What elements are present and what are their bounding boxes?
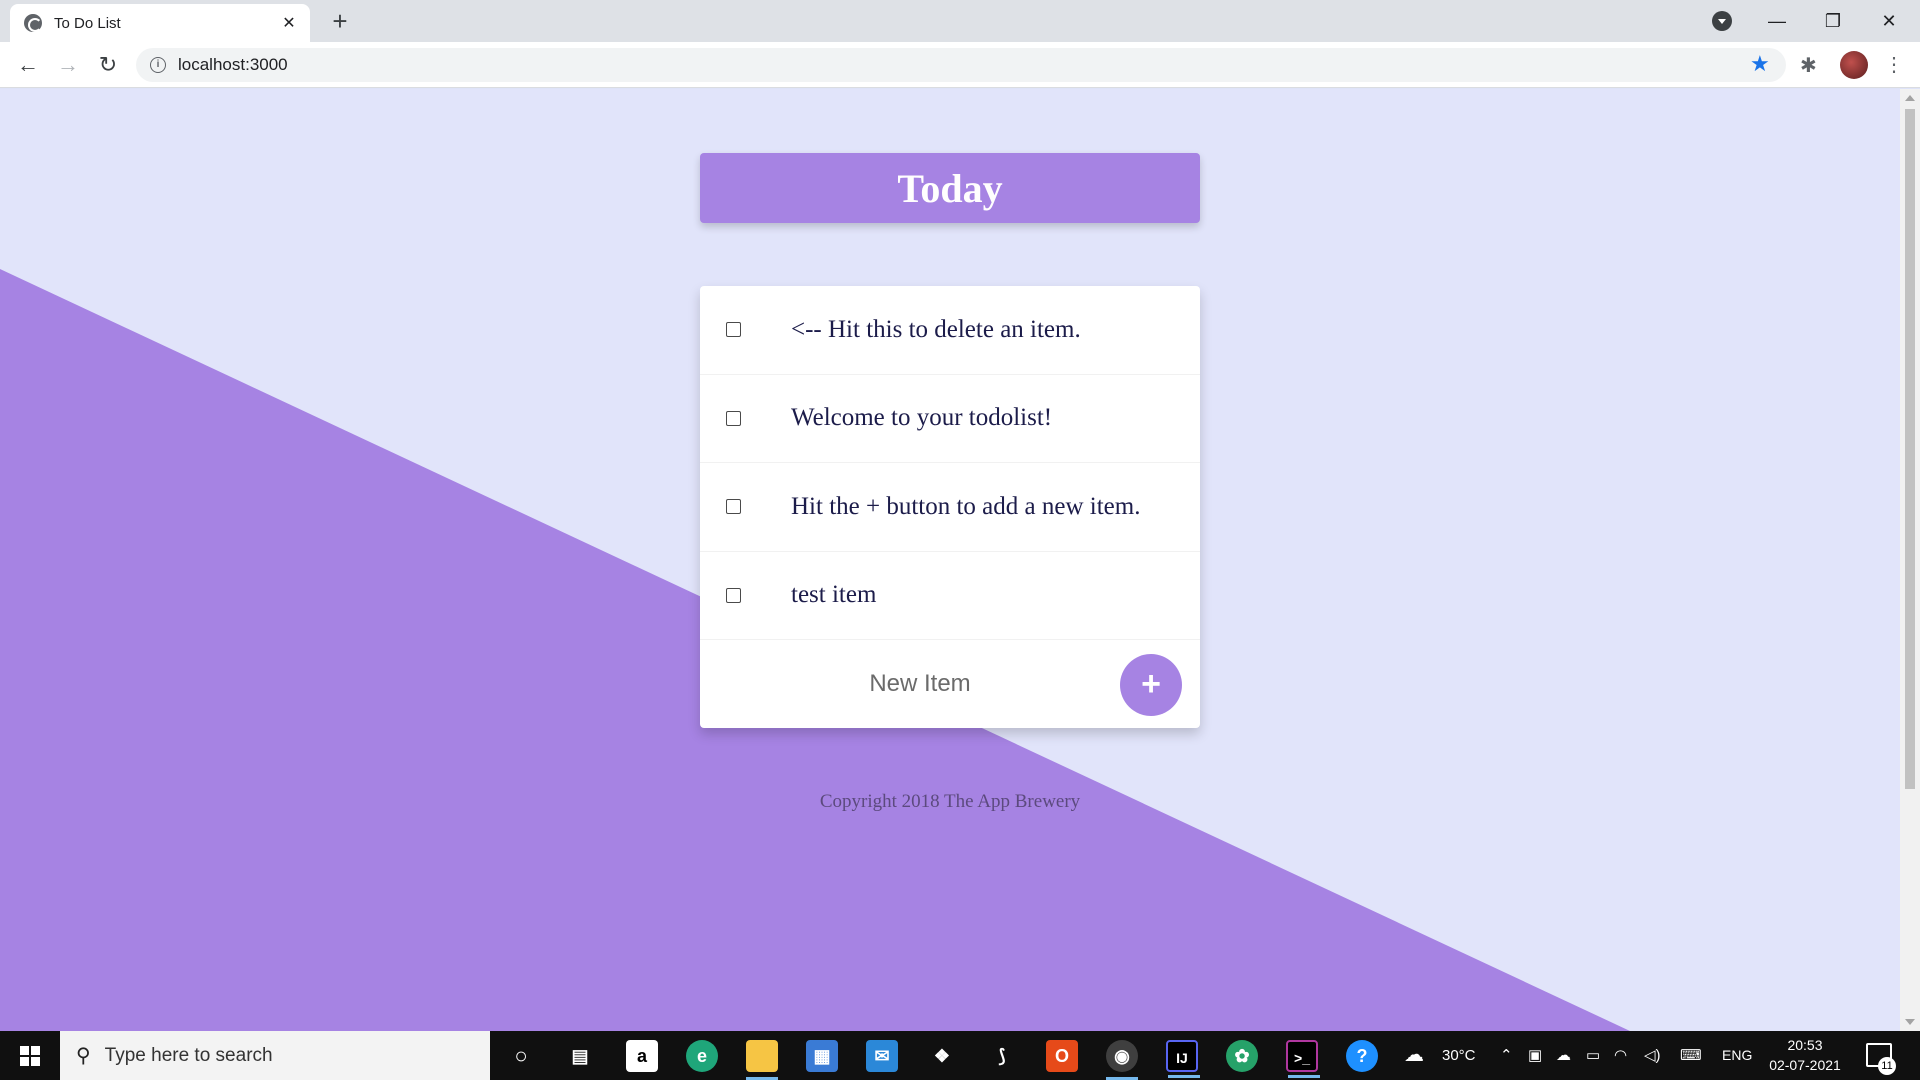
- dropbox-icon[interactable]: ❖: [926, 1040, 958, 1072]
- tab-close-icon[interactable]: ✕: [278, 13, 300, 33]
- task-view-icon[interactable]: ▤: [564, 1040, 596, 1072]
- scroll-thumb[interactable]: [1905, 109, 1915, 789]
- clock-time: 20:53: [1787, 1037, 1823, 1053]
- item-checkbox[interactable]: [726, 587, 741, 603]
- extensions-icon[interactable]: ✱: [1800, 53, 1817, 78]
- list-item: Hit the + button to add a new item.: [700, 463, 1200, 552]
- new-item-input[interactable]: New Item: [700, 640, 1140, 728]
- edge-icon[interactable]: e: [686, 1040, 718, 1072]
- add-item-button[interactable]: +: [1120, 654, 1182, 716]
- clock-date: 02-07-2021: [1769, 1057, 1841, 1073]
- close-window-button[interactable]: ✕: [1874, 6, 1904, 36]
- app-icon[interactable]: ⟆: [986, 1040, 1018, 1072]
- browser-toolbar: ← → ↻ i localhost:3000 ★ ✱ ⋮: [0, 42, 1920, 88]
- back-icon[interactable]: ←: [14, 51, 42, 79]
- new-item-row: New Item +: [700, 640, 1200, 728]
- terminal-icon[interactable]: >_: [1286, 1040, 1320, 1078]
- list-item: test item: [700, 552, 1200, 640]
- globe-icon: [24, 14, 42, 32]
- item-checkbox[interactable]: [726, 410, 741, 426]
- list-item: <-- Hit this to delete an item.: [700, 286, 1200, 375]
- cortana-icon[interactable]: ○: [505, 1040, 537, 1072]
- file-explorer-icon[interactable]: [746, 1040, 778, 1080]
- language-indicator[interactable]: ENG: [1722, 1031, 1752, 1080]
- tab-title: To Do List: [54, 14, 121, 32]
- restore-button[interactable]: ❐: [1818, 6, 1848, 36]
- store-icon[interactable]: ▦: [806, 1040, 838, 1072]
- help-icon[interactable]: ?: [1346, 1040, 1378, 1072]
- office-icon[interactable]: O: [1046, 1040, 1078, 1072]
- item-checkbox[interactable]: [726, 499, 741, 515]
- taskbar-clock[interactable]: 20:53 02-07-2021: [1750, 1035, 1860, 1075]
- page-viewport: Today <-- Hit this to delete an item. We…: [0, 89, 1900, 1031]
- intellij-icon[interactable]: IJ: [1166, 1040, 1200, 1078]
- item-text: Welcome to your todolist!: [791, 404, 1053, 432]
- browser-menu-icon[interactable]: ⋮: [1884, 51, 1904, 79]
- page-title: Today: [897, 165, 1003, 211]
- item-text: Hit the + button to add a new item.: [791, 492, 1141, 520]
- windows-logo-icon: [20, 1045, 40, 1066]
- windows-taskbar: ⚲ Type here to search ○ ▤ a e ▦ ✉ ❖ ⟆ O …: [0, 1031, 1920, 1080]
- todo-list: <-- Hit this to delete an item. Welcome …: [700, 286, 1200, 728]
- list-item: Welcome to your todolist!: [700, 375, 1200, 463]
- notification-badge: 11: [1878, 1057, 1896, 1075]
- scroll-down-icon[interactable]: [1905, 1019, 1915, 1025]
- url-text: localhost:3000: [178, 55, 288, 74]
- footer-copyright: Copyright 2018 The App Brewery: [819, 791, 1081, 812]
- onedrive-icon[interactable]: ☁: [1556, 1031, 1571, 1080]
- scroll-up-icon[interactable]: [1905, 95, 1915, 101]
- meet-icon[interactable]: ▣: [1528, 1031, 1542, 1080]
- profile-avatar[interactable]: [1840, 51, 1868, 79]
- item-checkbox[interactable]: [726, 322, 741, 338]
- tab-search-icon[interactable]: [1712, 11, 1732, 31]
- site-info-icon[interactable]: i: [150, 57, 166, 73]
- item-text: <-- Hit this to delete an item.: [791, 315, 1081, 343]
- weather-temp[interactable]: 30°C: [1442, 1031, 1476, 1080]
- search-placeholder: Type here to search: [104, 1044, 273, 1066]
- wifi-icon[interactable]: ◠: [1614, 1031, 1627, 1080]
- volume-icon[interactable]: ◁): [1644, 1031, 1661, 1080]
- chrome-icon[interactable]: ◉: [1106, 1040, 1138, 1080]
- page-scrollbar[interactable]: [1900, 89, 1920, 1031]
- forward-icon[interactable]: →: [54, 51, 82, 79]
- taskbar-search[interactable]: ⚲ Type here to search: [60, 1031, 490, 1080]
- item-text: test item: [791, 581, 877, 609]
- tray-chevron-icon[interactable]: ⌃: [1500, 1031, 1513, 1080]
- bookmark-star-icon[interactable]: ★: [1750, 51, 1770, 77]
- start-button[interactable]: [0, 1031, 60, 1080]
- search-icon: ⚲: [76, 1045, 91, 1067]
- app-icon[interactable]: ✿: [1226, 1040, 1258, 1072]
- mail-icon[interactable]: ✉: [866, 1040, 898, 1072]
- heading-box: Today: [700, 153, 1200, 223]
- keyboard-icon[interactable]: ⌨: [1680, 1031, 1702, 1080]
- reload-icon[interactable]: ↻: [94, 51, 122, 79]
- browser-tab-strip: To Do List ✕ + — ❐ ✕: [0, 0, 1920, 42]
- address-bar[interactable]: i localhost:3000: [136, 48, 1786, 82]
- battery-icon[interactable]: ▭: [1586, 1031, 1600, 1080]
- minimize-button[interactable]: —: [1762, 6, 1792, 36]
- tab-to-do-list[interactable]: To Do List ✕: [10, 4, 310, 42]
- new-tab-button[interactable]: +: [326, 8, 354, 34]
- amazon-icon[interactable]: a: [626, 1040, 658, 1072]
- weather-icon[interactable]: ☁: [1404, 1031, 1424, 1080]
